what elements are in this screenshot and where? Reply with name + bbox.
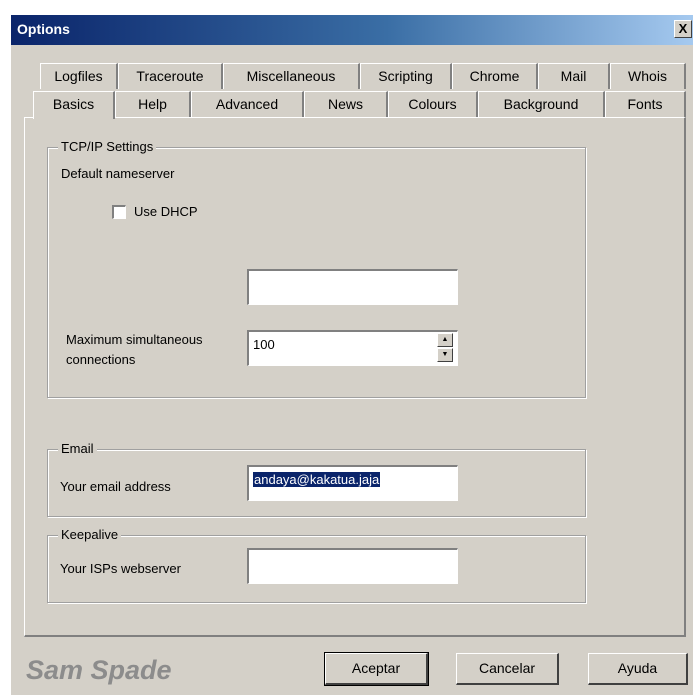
tcpip-group: TCP/IP Settings Default nameserver Use D… [47, 139, 586, 398]
tab-help[interactable]: Help [115, 91, 191, 117]
spin-up-icon[interactable]: ▲ [437, 333, 453, 347]
max-connections-value: 100 [253, 337, 275, 352]
nameserver-input[interactable] [247, 269, 458, 305]
tab-colours[interactable]: Colours [388, 91, 478, 117]
tab-logfiles[interactable]: Logfiles [40, 63, 118, 89]
close-button[interactable]: X [674, 20, 692, 38]
basics-panel: TCP/IP Settings Default nameserver Use D… [24, 117, 686, 637]
tab-traceroute[interactable]: Traceroute [118, 63, 223, 89]
ok-button[interactable]: Aceptar [324, 652, 429, 686]
tab-fonts[interactable]: Fonts [605, 91, 686, 117]
max-connections-label-line1: Maximum simultaneous [66, 332, 203, 347]
help-button[interactable]: Ayuda [588, 653, 688, 685]
keepalive-legend: Keepalive [58, 527, 122, 542]
max-connections-label-line2: connections [66, 352, 136, 367]
options-dialog: Options X Logfiles Traceroute Miscellane… [10, 14, 693, 695]
webserver-input[interactable] [247, 548, 458, 584]
tab-scripting[interactable]: Scripting [360, 63, 452, 89]
tab-chrome[interactable]: Chrome [452, 63, 538, 89]
email-group: Email Your email address andaya@kakatua.… [47, 441, 586, 517]
close-icon: X [678, 21, 688, 36]
tcpip-legend: TCP/IP Settings [58, 139, 157, 154]
title-bar[interactable]: Options X [11, 15, 693, 45]
tab-background[interactable]: Background [478, 91, 605, 117]
email-address-value: andaya@kakatua.jaja [253, 472, 381, 487]
max-connections-input[interactable]: 100 [247, 330, 458, 366]
tab-advanced[interactable]: Advanced [191, 91, 304, 117]
tab-miscellaneous[interactable]: Miscellaneous [223, 63, 360, 89]
webserver-label: Your ISPs webserver [60, 561, 181, 576]
email-address-label: Your email address [60, 479, 171, 494]
use-dhcp-checkbox[interactable] [112, 205, 126, 219]
email-address-input[interactable]: andaya@kakatua.jaja [247, 465, 458, 501]
keepalive-group: Keepalive Your ISPs webserver [47, 527, 586, 603]
use-dhcp-label[interactable]: Use DHCP [134, 204, 198, 219]
tab-basics[interactable]: Basics [33, 91, 115, 119]
nameserver-label: Default nameserver [61, 166, 175, 181]
max-connections-spinner: ▲ ▼ [437, 333, 453, 363]
email-legend: Email [58, 441, 97, 456]
tab-mail[interactable]: Mail [538, 63, 610, 89]
window-title: Options [17, 21, 70, 37]
brand-logo: Sam Spade [26, 655, 172, 685]
tab-whois[interactable]: Whois [610, 63, 686, 89]
spin-down-icon[interactable]: ▼ [437, 348, 453, 362]
cancel-button[interactable]: Cancelar [456, 653, 559, 685]
tab-news[interactable]: News [304, 91, 388, 117]
